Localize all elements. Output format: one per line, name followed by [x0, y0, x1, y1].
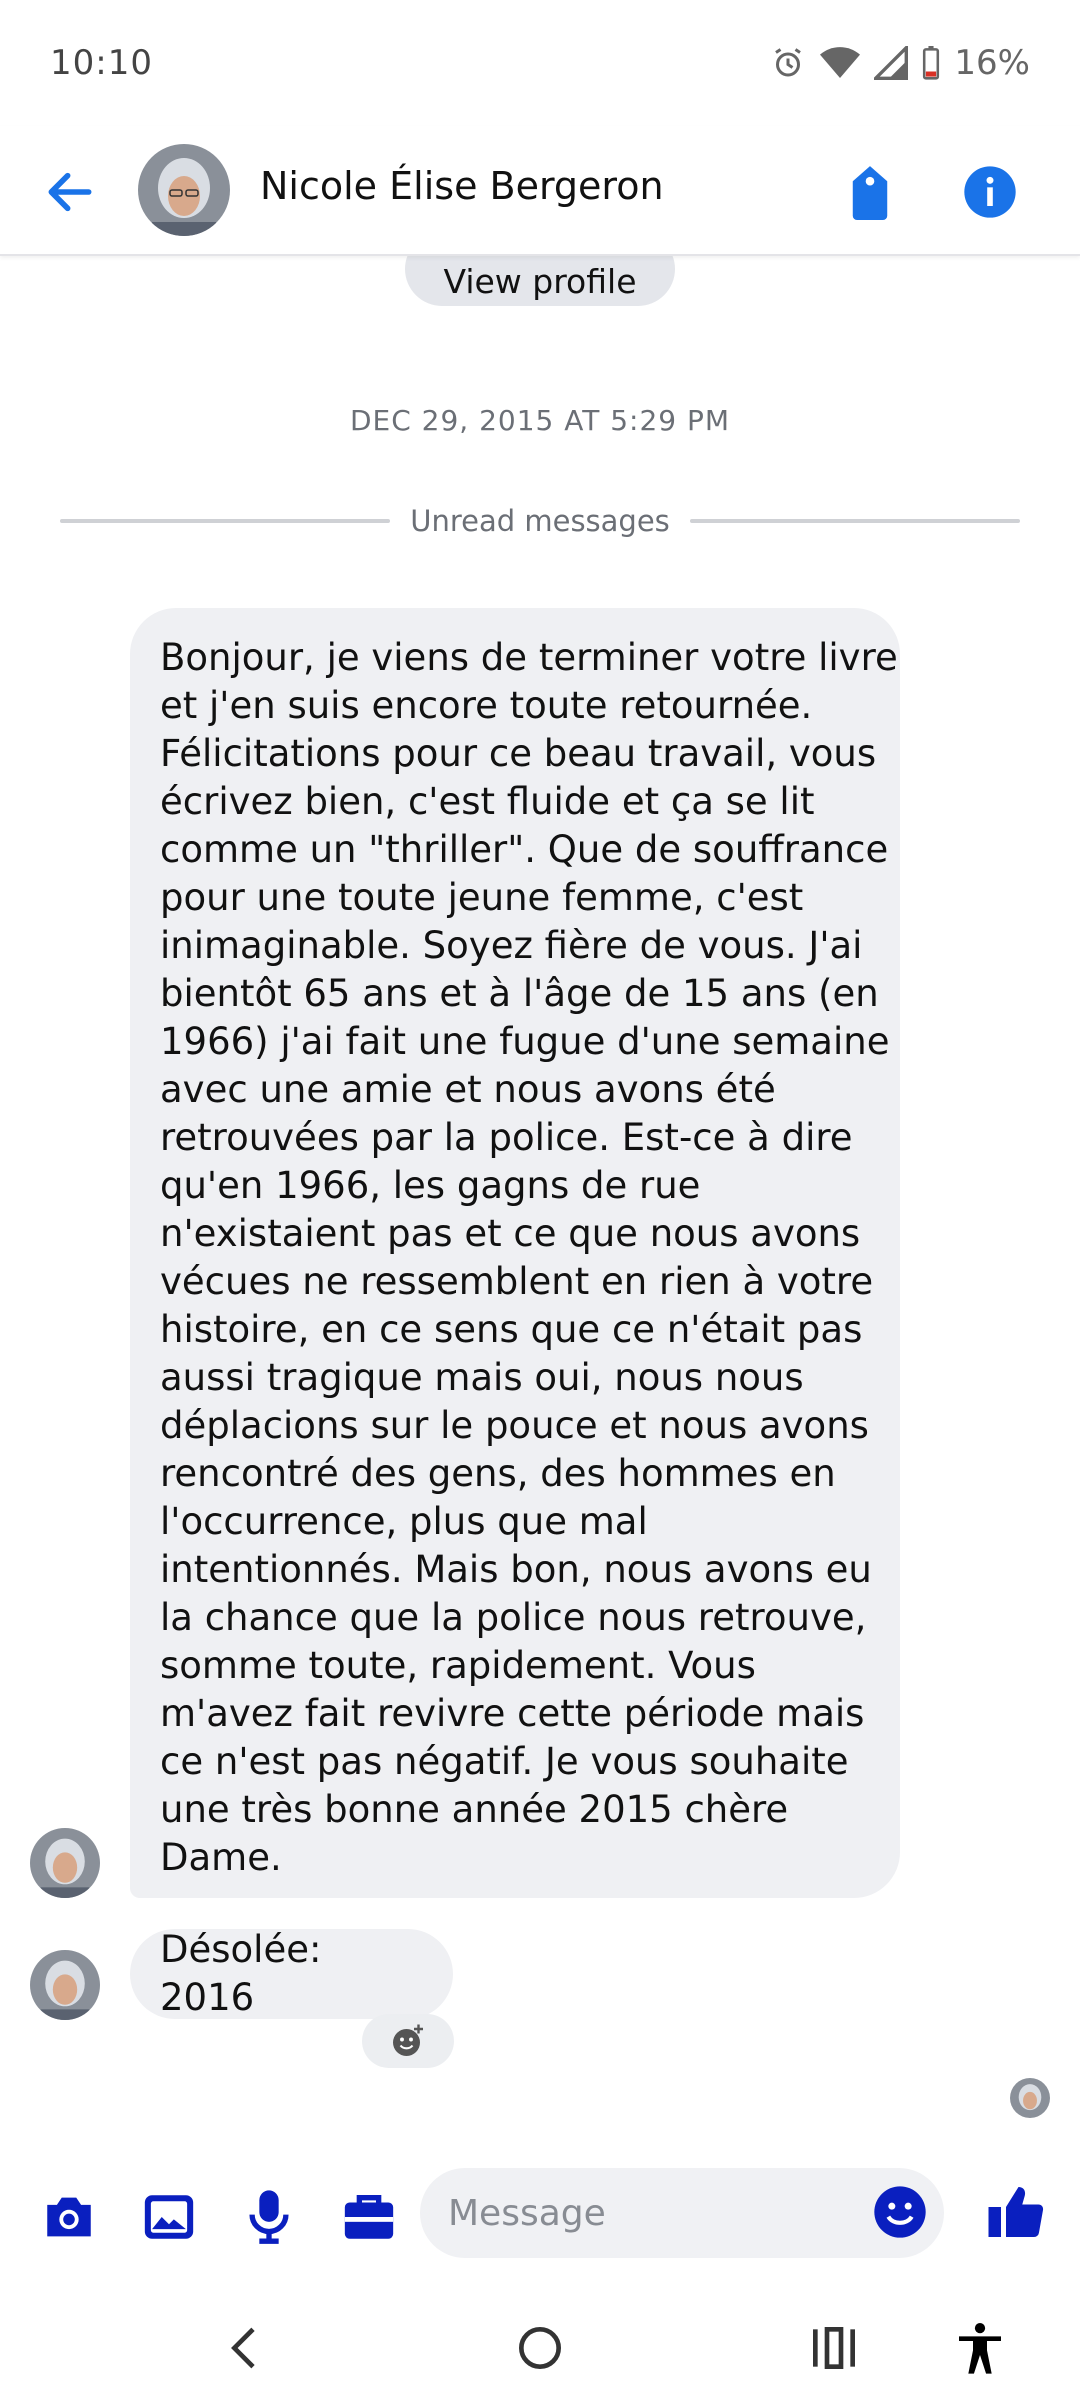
message-line: Dame.: [160, 1836, 282, 1879]
microphone-icon: [249, 2190, 289, 2244]
contact-name[interactable]: Nicole Élise Bergeron: [260, 164, 664, 208]
tag-icon: [852, 166, 888, 220]
wifi-icon: [820, 45, 861, 81]
message-line: et j'en suis encore toute retournée.: [160, 684, 813, 727]
image-icon: [144, 2195, 194, 2239]
accessibility-button[interactable]: [950, 2320, 1010, 2376]
battery-icon: [922, 46, 940, 80]
system-nav-bar: [0, 2290, 1080, 2400]
message-line: ce n'est pas négatif. Je vous souhaite: [160, 1740, 849, 1783]
add-reaction-icon: [393, 2024, 423, 2056]
message-line: une très bonne année 2015 chère: [160, 1788, 789, 1831]
camera-button[interactable]: [40, 2188, 98, 2246]
message-line: vécues ne ressemblent en rien à votre: [160, 1260, 874, 1303]
message-line: bientôt 65 ans et à l'âge de 15 ans (en: [160, 972, 879, 1015]
info-icon: [964, 166, 1016, 218]
signal-icon: [874, 46, 909, 80]
gallery-button[interactable]: [140, 2188, 198, 2246]
nav-recents-button[interactable]: [804, 2320, 864, 2376]
message-line: rencontré des gens, des hommes en: [160, 1452, 836, 1495]
tag-button[interactable]: [848, 164, 892, 220]
message-line: la chance que la police nous retrouve,: [160, 1596, 867, 1639]
sender-avatar[interactable]: [30, 1828, 100, 1898]
camera-icon: [47, 2197, 91, 2237]
message-line: retrouvées par la police. Est-ce à dire: [160, 1116, 853, 1159]
message-line: somme toute, rapidement. Vous: [160, 1644, 756, 1687]
message-line: m'avez fait revivre cette période mais: [160, 1692, 865, 1735]
message-line: 1966) j'ai fait une fugue d'une semaine: [160, 1020, 890, 1063]
message-line: écrivez bien, c'est fluide et ça se lit: [160, 780, 815, 823]
contact-avatar[interactable]: [138, 144, 230, 236]
status-time: 10:10: [50, 43, 153, 83]
unread-label: Unread messages: [410, 504, 670, 538]
message-date: DEC 29, 2015 AT 5:29 PM: [349, 404, 731, 437]
home-circle-icon: [519, 2327, 561, 2369]
chevron-left-icon: [231, 2327, 255, 2369]
status-icons: 16%: [770, 43, 1030, 83]
message-line: Bonjour, je viens de terminer votre livr…: [160, 636, 898, 679]
thumbs-up-icon: [988, 2187, 1044, 2237]
status-bar: 10:10 16%: [0, 0, 1080, 126]
message-line: inimaginable. Soyez fière de vous. J'ai: [160, 924, 863, 967]
voice-button[interactable]: [240, 2188, 298, 2246]
message-bubble[interactable]: Désolée: 2016: [130, 1928, 453, 2019]
more-actions-button[interactable]: [340, 2188, 398, 2246]
add-reaction-button[interactable]: [362, 2014, 454, 2068]
message-line: pour une toute jeune femme, c'est: [160, 876, 804, 919]
message-bubble[interactable]: Bonjour, je viens de terminer votre livr…: [130, 608, 900, 1898]
like-button[interactable]: [986, 2182, 1046, 2242]
divider-line: [60, 519, 391, 523]
message-input[interactable]: [420, 2168, 944, 2258]
divider-line: [689, 519, 1021, 523]
message-composer: [0, 2162, 1080, 2272]
briefcase-icon: [344, 2195, 394, 2239]
back-button[interactable]: [40, 164, 100, 220]
nav-back-button[interactable]: [216, 2320, 276, 2376]
seen-indicator-avatar: [1010, 2078, 1050, 2118]
message-text: Désolée: 2016: [160, 1928, 322, 2019]
nav-home-button[interactable]: [510, 2320, 570, 2376]
info-button[interactable]: [962, 164, 1018, 220]
battery-percent: 16%: [954, 43, 1030, 83]
unread-divider: Unread messages: [60, 496, 1021, 546]
recents-icon: [813, 2327, 855, 2369]
message-line: qu'en 1966, les gagns de rue: [160, 1164, 701, 1207]
arrow-left-icon: [48, 172, 92, 212]
message-line: l'occurrence, plus que mal: [160, 1500, 648, 1543]
accessibility-icon: [959, 2323, 1001, 2374]
conversation-header: Nicole Élise Bergeron: [0, 126, 1080, 256]
message-line: intentionnés. Mais bon, nous avons eu: [160, 1548, 872, 1591]
message-line: aussi tragique mais oui, nous nous: [160, 1356, 804, 1399]
message-line: avec une amie et nous avons été: [160, 1068, 776, 1111]
message-line: comme un "thriller". Que de souffrance: [160, 828, 889, 871]
emoji-button[interactable]: [872, 2184, 928, 2240]
alarm-icon: [770, 45, 806, 81]
sender-avatar[interactable]: [30, 1950, 100, 2020]
message-line: déplacions sur le pouce et nous avons: [160, 1404, 869, 1447]
message-line: Félicitations pour ce beau travail, vous: [160, 732, 877, 775]
smiley-icon: [874, 2186, 926, 2238]
message-line: n'existaient pas et ce que nous avons: [160, 1212, 861, 1255]
message-line: histoire, en ce sens que ce n'était pas: [160, 1308, 863, 1351]
